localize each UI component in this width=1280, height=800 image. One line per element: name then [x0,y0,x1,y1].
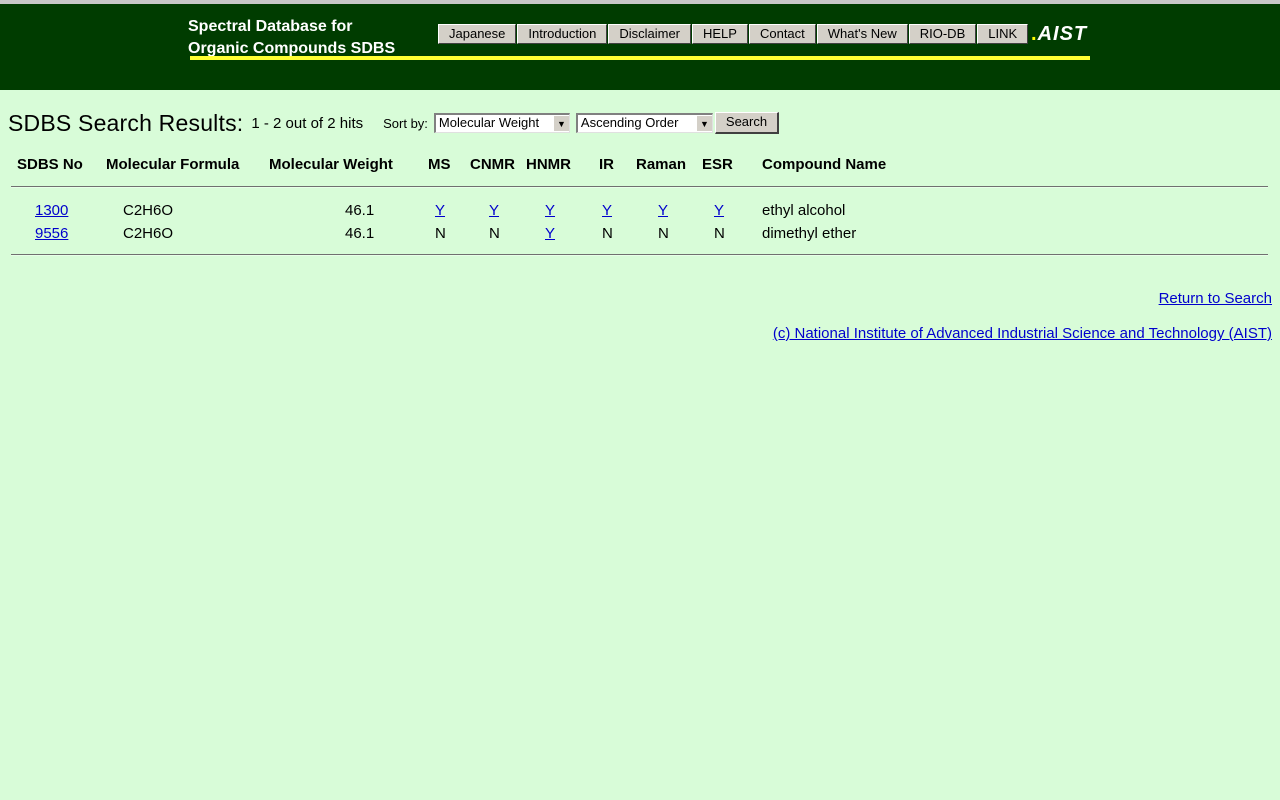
nav-rio-db-button[interactable]: RIO-DB [908,24,977,44]
col-header-sdbs-no: SDBS No [17,156,83,173]
results-title: SDBS Search Results: [8,109,244,136]
mw-cell: 46.1 [345,225,375,242]
site-title: Spectral Database for Organic Compounds … [188,16,395,60]
sort-by-label: Sort by: [383,115,428,131]
col-header-raman: Raman [636,156,687,173]
mw-cell: 46.1 [345,202,375,219]
raman-link[interactable]: Y [658,202,668,219]
nav-introduction-button[interactable]: Introduction [517,24,608,44]
results-header: SDBS Search Results: 1 - 2 out of 2 hits… [8,108,780,138]
aist-logo-text: AIST [1037,23,1088,45]
copyright-link[interactable]: (c) National Institute of Advanced Indus… [773,325,1272,342]
aist-logo[interactable]: .AIST [1031,23,1087,45]
nav-contact-button[interactable]: Contact [748,24,816,44]
table-top-rule [11,186,1268,188]
ir-cell: N [602,225,613,242]
header-banner: Spectral Database for Organic Compounds … [0,4,1280,90]
sort-order-select[interactable]: Ascending Order ▼ [575,113,713,133]
header-accent-rule [190,56,1090,60]
col-header-molecular-weight: Molecular Weight [269,156,393,173]
return-to-search-link[interactable]: Return to Search [1159,290,1272,307]
compound-name-cell: ethyl alcohol [762,202,846,219]
sort-field-value: Molecular Weight [438,115,540,130]
formula-cell: C2H6O [123,225,174,242]
esr-cell: N [714,225,725,242]
site-title-line1: Spectral Database for [188,18,353,35]
formula-cell: C2H6O [123,202,174,219]
cnmr-cell: N [489,225,500,242]
chevron-down-icon[interactable]: ▼ [552,115,569,131]
hnmr-link[interactable]: Y [545,202,555,219]
compound-name-cell: dimethyl ether [762,225,857,242]
hit-count: 1 - 2 out of 2 hits [251,114,364,132]
col-header-compound-name: Compound Name [762,156,887,173]
col-header-molecular-formula: Molecular Formula [106,156,240,173]
sort-field-select[interactable]: Molecular Weight ▼ [433,113,570,133]
nav-link-button[interactable]: LINK [977,24,1029,44]
ms-link[interactable]: Y [435,202,445,219]
search-button[interactable]: Search [714,112,780,134]
sort-order-value: Ascending Order [580,115,679,130]
col-header-hnmr: HNMR [526,156,571,173]
table-bottom-rule [11,254,1268,256]
col-header-cnmr: CNMR [470,156,515,173]
col-header-esr: ESR [702,156,733,173]
nav-disclaimer-button[interactable]: Disclaimer [608,24,691,44]
sdbs-no-link[interactable]: 9556 [35,225,68,242]
cnmr-link[interactable]: Y [489,202,499,219]
nav-whats-new-button[interactable]: What's New [816,24,908,44]
sdbs-no-link[interactable]: 1300 [35,202,68,219]
chevron-down-icon[interactable]: ▼ [695,115,712,131]
col-header-ms: MS [428,156,451,173]
nav-japanese-button[interactable]: Japanese [438,24,517,44]
hnmr-link[interactable]: Y [545,225,555,242]
nav-help-button[interactable]: HELP [692,24,748,44]
top-nav: Japanese Introduction Disclaimer HELP Co… [438,24,1029,44]
ms-cell: N [435,225,446,242]
esr-link[interactable]: Y [714,202,724,219]
col-header-ir: IR [599,156,614,173]
raman-cell: N [658,225,669,242]
ir-link[interactable]: Y [602,202,612,219]
